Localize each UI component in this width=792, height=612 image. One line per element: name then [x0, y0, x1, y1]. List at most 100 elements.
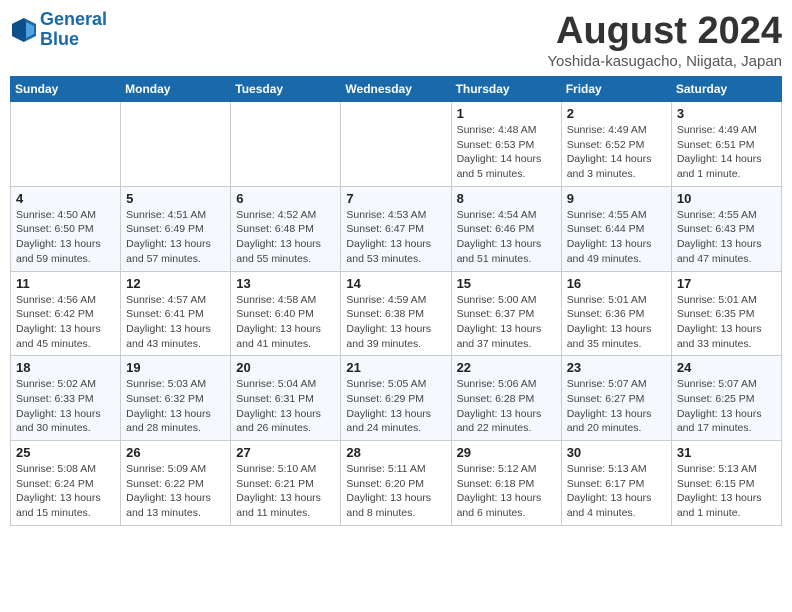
day-cell: 24 Sunrise: 5:07 AM Sunset: 6:25 PM Dayli…	[671, 356, 781, 441]
day-number: 15	[457, 276, 556, 291]
day-info: Sunrise: 5:04 AM Sunset: 6:31 PM Dayligh…	[236, 377, 335, 436]
day-cell: 21 Sunrise: 5:05 AM Sunset: 6:29 PM Dayli…	[341, 356, 451, 441]
day-info: Sunrise: 5:07 AM Sunset: 6:27 PM Dayligh…	[567, 377, 666, 436]
day-number: 14	[346, 276, 445, 291]
weekday-header-friday: Friday	[561, 77, 671, 102]
day-number: 22	[457, 360, 556, 375]
day-cell: 5 Sunrise: 4:51 AM Sunset: 6:49 PM Daylig…	[121, 186, 231, 271]
day-number: 18	[16, 360, 115, 375]
day-number: 21	[346, 360, 445, 375]
month-title: August 2024	[547, 10, 782, 53]
day-cell: 28 Sunrise: 5:11 AM Sunset: 6:20 PM Dayli…	[341, 441, 451, 526]
day-cell: 17 Sunrise: 5:01 AM Sunset: 6:35 PM Dayli…	[671, 271, 781, 356]
day-number: 20	[236, 360, 335, 375]
day-cell: 27 Sunrise: 5:10 AM Sunset: 6:21 PM Dayli…	[231, 441, 341, 526]
day-info: Sunrise: 5:00 AM Sunset: 6:37 PM Dayligh…	[457, 293, 556, 352]
day-info: Sunrise: 4:55 AM Sunset: 6:44 PM Dayligh…	[567, 208, 666, 267]
day-info: Sunrise: 4:53 AM Sunset: 6:47 PM Dayligh…	[346, 208, 445, 267]
weekday-header-monday: Monday	[121, 77, 231, 102]
day-cell: 30 Sunrise: 5:13 AM Sunset: 6:17 PM Dayli…	[561, 441, 671, 526]
day-cell: 2Sunrise: 4:49 AM Sunset: 6:52 PM Daylig…	[561, 102, 671, 187]
day-number: 3	[677, 106, 776, 121]
day-info: Sunrise: 5:01 AM Sunset: 6:36 PM Dayligh…	[567, 293, 666, 352]
day-cell: 10Sunrise: 4:55 AM Sunset: 6:43 PM Dayli…	[671, 186, 781, 271]
day-cell: 23 Sunrise: 5:07 AM Sunset: 6:27 PM Dayli…	[561, 356, 671, 441]
day-info: Sunrise: 5:05 AM Sunset: 6:29 PM Dayligh…	[346, 377, 445, 436]
day-cell: 11 Sunrise: 4:56 AM Sunset: 6:42 PM Dayli…	[11, 271, 121, 356]
weekday-header-row: SundayMondayTuesdayWednesdayThursdayFrid…	[11, 77, 782, 102]
day-cell	[11, 102, 121, 187]
week-row-4: 18 Sunrise: 5:02 AM Sunset: 6:33 PM Dayli…	[11, 356, 782, 441]
day-cell	[341, 102, 451, 187]
location-subtitle: Yoshida-kasugacho, Niigata, Japan	[547, 53, 782, 70]
day-cell: 19Sunrise: 5:03 AM Sunset: 6:32 PM Dayli…	[121, 356, 231, 441]
title-block: August 2024 Yoshida-kasugacho, Niigata, …	[547, 10, 782, 70]
day-cell: 7 Sunrise: 4:53 AM Sunset: 6:47 PM Daylig…	[341, 186, 451, 271]
day-number: 7	[346, 191, 445, 206]
day-info: Sunrise: 5:11 AM Sunset: 6:20 PM Dayligh…	[346, 462, 445, 521]
logo-blue: Blue	[40, 29, 79, 49]
day-number: 17	[677, 276, 776, 291]
day-info: Sunrise: 5:10 AM Sunset: 6:21 PM Dayligh…	[236, 462, 335, 521]
day-number: 26	[126, 445, 225, 460]
day-cell: 18 Sunrise: 5:02 AM Sunset: 6:33 PM Dayli…	[11, 356, 121, 441]
day-info: Sunrise: 4:56 AM Sunset: 6:42 PM Dayligh…	[16, 293, 115, 352]
day-info: Sunrise: 4:49 AM Sunset: 6:51 PM Dayligh…	[677, 123, 776, 182]
week-row-5: 25 Sunrise: 5:08 AM Sunset: 6:24 PM Dayli…	[11, 441, 782, 526]
day-cell: 8 Sunrise: 4:54 AM Sunset: 6:46 PM Daylig…	[451, 186, 561, 271]
day-cell: 3 Sunrise: 4:49 AM Sunset: 6:51 PM Daylig…	[671, 102, 781, 187]
day-cell	[121, 102, 231, 187]
day-number: 27	[236, 445, 335, 460]
day-number: 4	[16, 191, 115, 206]
day-info: Sunrise: 4:48 AM Sunset: 6:53 PM Dayligh…	[457, 123, 556, 182]
day-info: Sunrise: 4:57 AM Sunset: 6:41 PM Dayligh…	[126, 293, 225, 352]
day-info: Sunrise: 5:02 AM Sunset: 6:33 PM Dayligh…	[16, 377, 115, 436]
day-info: Sunrise: 4:54 AM Sunset: 6:46 PM Dayligh…	[457, 208, 556, 267]
day-cell: 16Sunrise: 5:01 AM Sunset: 6:36 PM Dayli…	[561, 271, 671, 356]
weekday-header-thursday: Thursday	[451, 77, 561, 102]
day-number: 11	[16, 276, 115, 291]
day-number: 24	[677, 360, 776, 375]
day-info: Sunrise: 5:13 AM Sunset: 6:15 PM Dayligh…	[677, 462, 776, 521]
day-info: Sunrise: 4:50 AM Sunset: 6:50 PM Dayligh…	[16, 208, 115, 267]
day-info: Sunrise: 5:01 AM Sunset: 6:35 PM Dayligh…	[677, 293, 776, 352]
day-cell: 4 Sunrise: 4:50 AM Sunset: 6:50 PM Daylig…	[11, 186, 121, 271]
day-info: Sunrise: 5:13 AM Sunset: 6:17 PM Dayligh…	[567, 462, 666, 521]
day-number: 30	[567, 445, 666, 460]
day-number: 23	[567, 360, 666, 375]
logo-icon	[10, 16, 38, 44]
week-row-3: 11 Sunrise: 4:56 AM Sunset: 6:42 PM Dayli…	[11, 271, 782, 356]
weekday-header-tuesday: Tuesday	[231, 77, 341, 102]
day-cell: 12 Sunrise: 4:57 AM Sunset: 6:41 PM Dayli…	[121, 271, 231, 356]
day-cell	[231, 102, 341, 187]
day-number: 19	[126, 360, 225, 375]
day-info: Sunrise: 4:55 AM Sunset: 6:43 PM Dayligh…	[677, 208, 776, 267]
week-row-1: 1 Sunrise: 4:48 AM Sunset: 6:53 PM Daylig…	[11, 102, 782, 187]
day-number: 8	[457, 191, 556, 206]
logo: General Blue	[10, 10, 107, 50]
day-info: Sunrise: 5:09 AM Sunset: 6:22 PM Dayligh…	[126, 462, 225, 521]
day-info: Sunrise: 4:51 AM Sunset: 6:49 PM Dayligh…	[126, 208, 225, 267]
day-number: 6	[236, 191, 335, 206]
calendar-table: SundayMondayTuesdayWednesdayThursdayFrid…	[10, 76, 782, 526]
day-number: 29	[457, 445, 556, 460]
logo-general: General	[40, 9, 107, 29]
day-number: 1	[457, 106, 556, 121]
day-number: 12	[126, 276, 225, 291]
day-cell: 20 Sunrise: 5:04 AM Sunset: 6:31 PM Dayli…	[231, 356, 341, 441]
day-number: 25	[16, 445, 115, 460]
day-number: 2	[567, 106, 666, 121]
day-info: Sunrise: 4:52 AM Sunset: 6:48 PM Dayligh…	[236, 208, 335, 267]
day-info: Sunrise: 5:06 AM Sunset: 6:28 PM Dayligh…	[457, 377, 556, 436]
day-cell: 15 Sunrise: 5:00 AM Sunset: 6:37 PM Dayli…	[451, 271, 561, 356]
day-number: 28	[346, 445, 445, 460]
day-cell: 14Sunrise: 4:59 AM Sunset: 6:38 PM Dayli…	[341, 271, 451, 356]
weekday-header-sunday: Sunday	[11, 77, 121, 102]
weekday-header-wednesday: Wednesday	[341, 77, 451, 102]
day-info: Sunrise: 5:07 AM Sunset: 6:25 PM Dayligh…	[677, 377, 776, 436]
weekday-header-saturday: Saturday	[671, 77, 781, 102]
day-info: Sunrise: 5:08 AM Sunset: 6:24 PM Dayligh…	[16, 462, 115, 521]
day-cell: 29Sunrise: 5:12 AM Sunset: 6:18 PM Dayli…	[451, 441, 561, 526]
day-number: 5	[126, 191, 225, 206]
day-cell: 1 Sunrise: 4:48 AM Sunset: 6:53 PM Daylig…	[451, 102, 561, 187]
